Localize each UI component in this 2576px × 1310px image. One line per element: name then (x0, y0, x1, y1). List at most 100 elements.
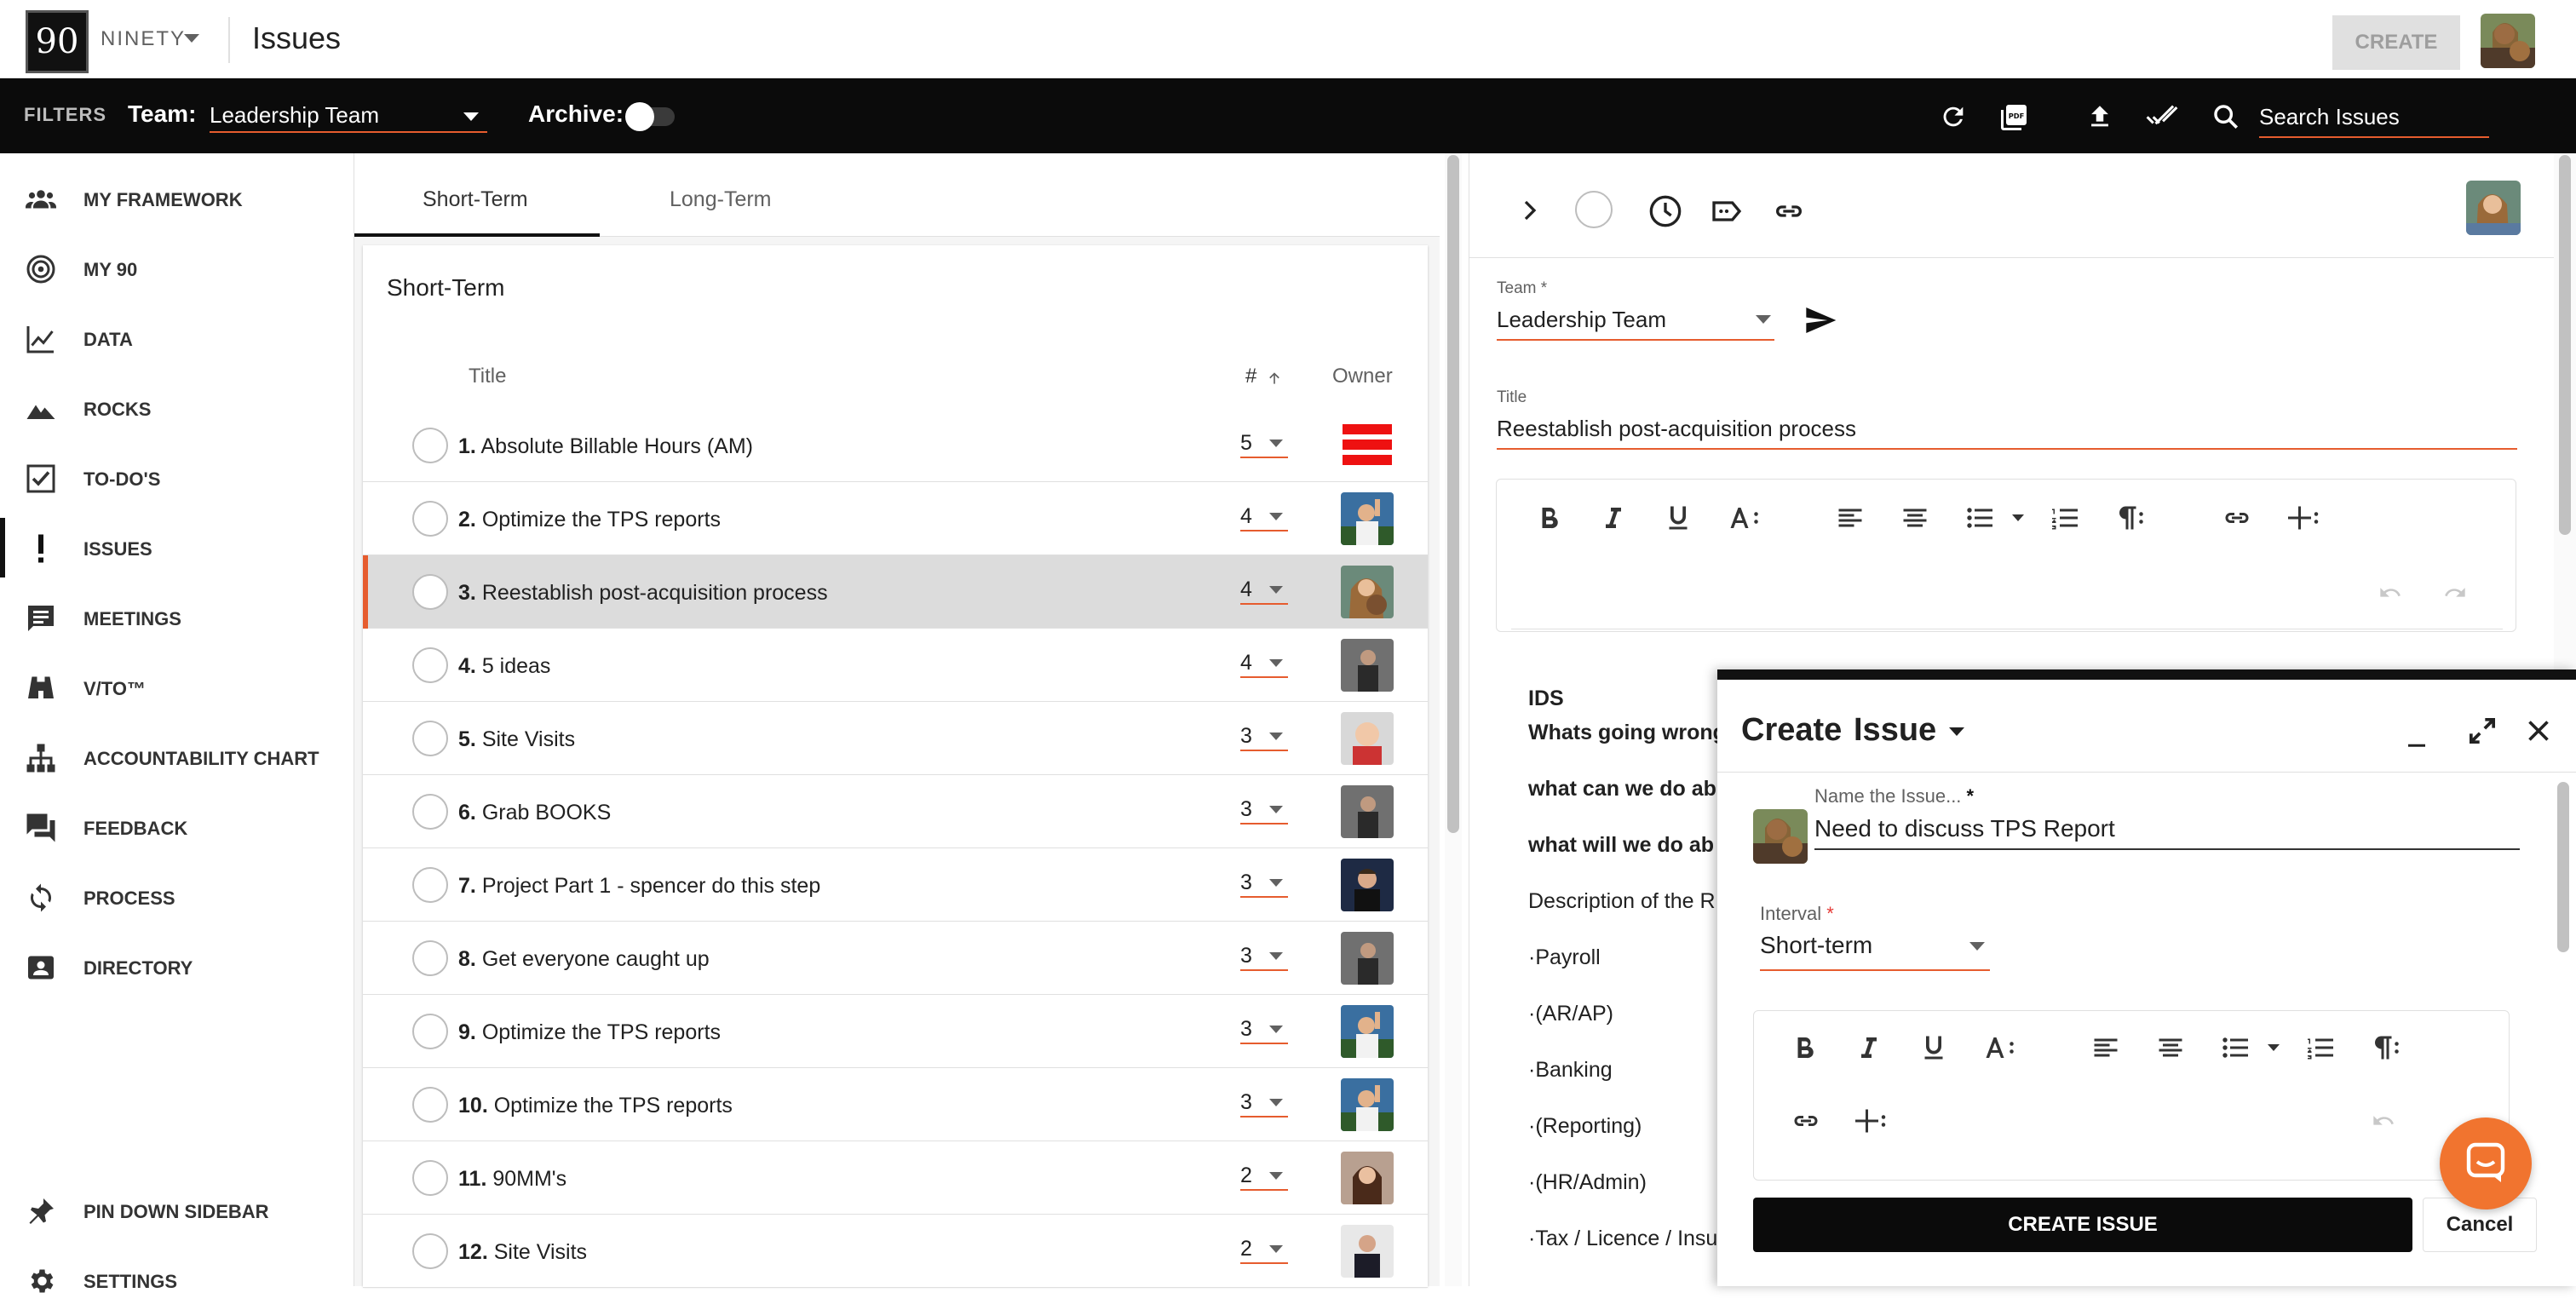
sidebar-item-feedback[interactable]: FEEDBACK (0, 797, 353, 857)
owner-avatar[interactable] (1341, 492, 1394, 545)
complete-issue-checkbox[interactable] (412, 501, 448, 537)
priority-select[interactable]: 2 (1240, 1230, 1288, 1264)
issue-title[interactable]: 11. 90MM's (458, 1167, 566, 1192)
sidebar-item-directory[interactable]: DIRECTORY (0, 937, 353, 997)
issue-title[interactable]: 9. Optimize the TPS reports (458, 1020, 721, 1045)
link-icon[interactable] (1771, 194, 1807, 228)
table-row[interactable]: 11. 90MM's 2 (363, 1141, 1428, 1215)
bullet-list-icon[interactable] (2218, 1032, 2252, 1063)
owner-avatar[interactable] (1341, 1005, 1394, 1058)
complete-issue-checkbox[interactable] (412, 1014, 448, 1049)
align-left-icon[interactable] (2090, 1032, 2121, 1063)
text-size-icon[interactable] (1728, 503, 1762, 533)
sidebar-item-my-90[interactable]: MY 90 (0, 238, 353, 298)
issue-title[interactable]: 4. 5 ideas (458, 654, 550, 679)
italic-icon[interactable] (1598, 503, 1629, 533)
sidebar-item-my-framework[interactable]: MY FRAMEWORK (0, 169, 353, 228)
issue-title[interactable]: 12. Site Visits (458, 1240, 587, 1265)
column-header-priority[interactable]: # (1245, 365, 1256, 388)
column-header-owner[interactable]: Owner (1332, 365, 1393, 388)
complete-issue-checkbox[interactable] (412, 428, 448, 463)
ninety-logo[interactable]: 90 (26, 10, 89, 73)
user-avatar[interactable] (2481, 14, 2535, 68)
caret-down-icon[interactable] (1756, 315, 1771, 324)
priority-select[interactable]: 3 (1240, 1010, 1288, 1044)
title-field-value[interactable]: Reestablish post-acquisition process (1497, 416, 1856, 442)
owner-avatar[interactable] (1341, 932, 1394, 985)
pdf-icon[interactable]: PDF (1998, 102, 2029, 133)
upload-icon[interactable] (2085, 102, 2114, 131)
priority-select[interactable]: 3 (1240, 717, 1288, 751)
sort-arrow-up-icon[interactable] (1266, 370, 1283, 387)
priority-select[interactable]: 3 (1240, 937, 1288, 971)
priority-select[interactable]: 3 (1240, 864, 1288, 898)
priority-select[interactable]: 3 (1240, 1083, 1288, 1118)
priority-select[interactable]: 4 (1240, 497, 1288, 531)
table-row[interactable]: 2. Optimize the TPS reports 4 (363, 482, 1428, 555)
tab-long-term[interactable]: Long-Term (670, 187, 772, 212)
minimize-icon[interactable] (2404, 724, 2429, 750)
chat-launcher-button[interactable] (2440, 1118, 2532, 1209)
italic-icon[interactable] (1854, 1032, 1884, 1063)
create-issue-button[interactable]: CREATE ISSUE (1753, 1198, 2412, 1252)
owner-avatar[interactable] (1341, 419, 1394, 472)
align-center-icon[interactable] (1900, 503, 1930, 533)
scrollbar-thumb[interactable] (2559, 155, 2571, 535)
description-editor[interactable] (1496, 479, 2516, 632)
issue-title[interactable]: 1. Absolute Billable Hours (AM) (458, 434, 753, 459)
align-center-icon[interactable] (2155, 1032, 2186, 1063)
insert-more-icon[interactable] (1854, 1106, 1888, 1136)
pin-sidebar-button[interactable]: PIN DOWN SIDEBAR (0, 1181, 353, 1240)
bold-icon[interactable] (1533, 503, 1564, 533)
issue-title[interactable]: 8. Get everyone caught up (458, 947, 710, 972)
issue-title[interactable]: 7. Project Part 1 - spencer do this step (458, 874, 820, 899)
settings-button[interactable]: SETTINGS (0, 1250, 353, 1310)
priority-select[interactable]: 5 (1240, 424, 1288, 458)
owner-avatar[interactable] (1341, 639, 1394, 692)
sidebar-item-rocks[interactable]: ROCKS (0, 378, 353, 438)
close-icon[interactable] (2523, 715, 2554, 746)
align-left-icon[interactable] (1835, 503, 1866, 533)
sidebar-item-data[interactable]: DATA (0, 308, 353, 368)
caret-down-icon[interactable] (1969, 942, 1985, 951)
sidebar-item-issues[interactable]: ISSUES (0, 518, 353, 577)
undo-icon[interactable] (2370, 1109, 2397, 1133)
paragraph-icon[interactable] (2113, 503, 2147, 533)
owner-avatar[interactable] (1341, 712, 1394, 765)
archive-toggle[interactable] (625, 102, 675, 131)
priority-select[interactable]: 2 (1240, 1157, 1288, 1191)
search-icon[interactable] (2211, 102, 2240, 131)
issue-title[interactable]: 3. Reestablish post-acquisition process (458, 581, 828, 606)
numbered-list-icon[interactable] (2305, 1032, 2336, 1063)
owner-avatar[interactable] (1753, 809, 1808, 864)
owner-avatar[interactable] (1341, 566, 1394, 618)
issue-name-input[interactable] (1814, 809, 2520, 850)
create-button[interactable]: CREATE (2332, 15, 2460, 70)
tab-short-term[interactable]: Short-Term (423, 187, 528, 212)
complete-issue-checkbox[interactable] (412, 1160, 448, 1196)
table-row[interactable]: 12. Site Visits 2 (363, 1215, 1428, 1288)
owner-avatar[interactable] (1341, 785, 1394, 838)
insert-more-icon[interactable] (2286, 503, 2320, 533)
list-scrollbar[interactable] (1445, 153, 1462, 1286)
bullet-list-icon[interactable] (1963, 503, 1997, 533)
sidebar-item-accountability-chart[interactable]: ACCOUNTABILITY CHART (0, 727, 353, 787)
priority-select[interactable]: 3 (1240, 790, 1288, 824)
underline-icon[interactable] (1918, 1032, 1949, 1063)
table-row[interactable]: 4. 5 ideas 4 (363, 629, 1428, 702)
table-row[interactable]: 3. Reestablish post-acquisition process 4 (363, 555, 1428, 629)
undo-icon[interactable] (2377, 581, 2404, 605)
table-row[interactable]: 10. Optimize the TPS reports 3 (363, 1068, 1428, 1141)
complete-issue-checkbox[interactable] (412, 940, 448, 976)
refresh-icon[interactable] (1939, 102, 1968, 131)
caret-down-icon[interactable] (2012, 514, 2024, 521)
expand-icon[interactable] (2465, 714, 2499, 748)
priority-select[interactable]: 4 (1240, 571, 1288, 605)
search-input[interactable] (2259, 97, 2489, 138)
complete-issue-checkbox[interactable] (412, 794, 448, 830)
column-header-title[interactable]: Title (469, 365, 506, 388)
issue-title[interactable]: 6. Grab BOOKS (458, 801, 611, 825)
owner-avatar[interactable] (2466, 181, 2521, 235)
sidebar-item-todos[interactable]: TO-DO'S (0, 448, 353, 508)
table-row[interactable]: 1. Absolute Billable Hours (AM) 5 (363, 409, 1428, 482)
